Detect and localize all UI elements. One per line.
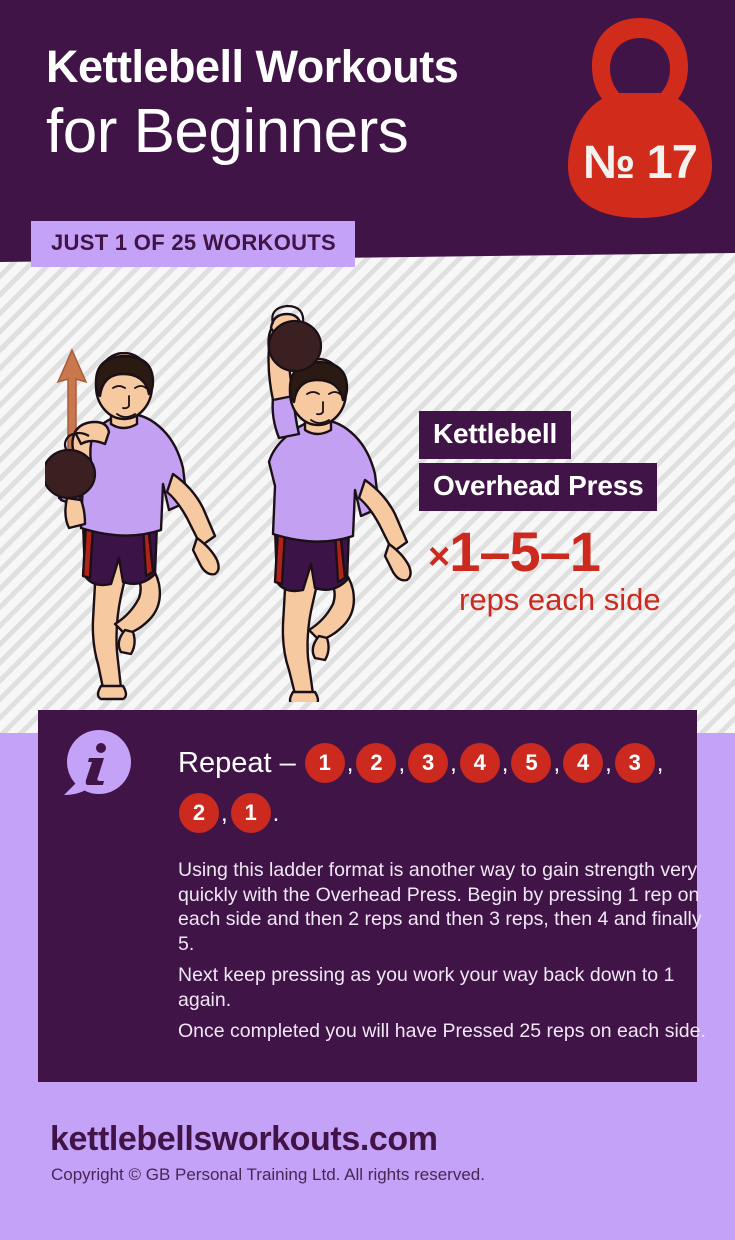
reps-number: 1–5–1 xyxy=(449,520,601,583)
exercise-label-line-1: Kettlebell xyxy=(419,411,572,459)
info-bubble-icon xyxy=(64,730,131,795)
ladder-separator: , xyxy=(605,749,612,777)
infographic-page: Kettlebell Workouts for Beginners № 17 J… xyxy=(0,0,735,1240)
ladder-separator: . xyxy=(272,799,280,827)
kettlebell-icon xyxy=(568,18,712,218)
ladder-rep-circle: 2 xyxy=(179,793,219,834)
copyright-text: Copyright © GB Personal Training Ltd. Al… xyxy=(51,1165,485,1184)
repeat-label: Repeat – xyxy=(178,746,296,779)
multiply-sign: × xyxy=(428,536,450,578)
ladder-rep-circle: 3 xyxy=(614,743,655,784)
kettlebell-badge: № 17 xyxy=(560,14,720,222)
exercise-label-line-2: Overhead Press xyxy=(419,463,658,511)
ladder-rep-circle: 4 xyxy=(459,743,500,784)
ladder-rep-circle: 1 xyxy=(230,793,271,834)
page-title: Kettlebell Workouts for Beginners xyxy=(46,41,459,166)
illustration-area: Kettlebell Overhead Press ×1–5–1 reps ea… xyxy=(0,230,735,740)
athlete-rack-position-figure xyxy=(45,352,220,701)
reps-caption: reps each side xyxy=(459,582,661,617)
ladder-separator: , xyxy=(398,749,406,777)
title-line-1: Kettlebell Workouts xyxy=(46,41,459,92)
title-line-2: for Beginners xyxy=(46,97,409,166)
site-url[interactable]: kettlebellsworkouts.com xyxy=(50,1120,438,1159)
ladder-separator: , xyxy=(656,749,664,777)
badge-number: № 17 xyxy=(583,135,698,188)
instructions-body: Using this ladder format is another way … xyxy=(178,858,713,1051)
instruction-paragraph: Using this ladder format is another way … xyxy=(178,859,702,955)
ladder-rep-circle: 4 xyxy=(563,743,604,784)
ladder-separator: , xyxy=(553,749,561,777)
instruction-paragraph: Once completed you will have Pressed 25 … xyxy=(178,1020,706,1042)
ladder-rep-circle: 3 xyxy=(408,743,449,784)
ladder-separator: , xyxy=(346,749,354,777)
ladder-separator: , xyxy=(221,799,228,827)
reps-value: ×1–5–1 xyxy=(428,519,601,584)
ladder-rep-circle: 5 xyxy=(511,743,552,784)
ladder-separator: , xyxy=(501,749,509,777)
instruction-paragraph: Next keep pressing as you work your way … xyxy=(178,964,675,1011)
ladder-rep-circle: 1 xyxy=(304,743,345,784)
repeat-ladder-line: Repeat – 1, 2, 3, 4, 5, 4, 3,2, 1. xyxy=(178,738,683,838)
instructions-panel: Repeat – 1, 2, 3, 4, 5, 4, 3,2, 1. Using this l… xyxy=(38,710,706,1082)
ladder-separator: , xyxy=(450,749,457,777)
ladder-rep-circle: 2 xyxy=(356,743,397,784)
